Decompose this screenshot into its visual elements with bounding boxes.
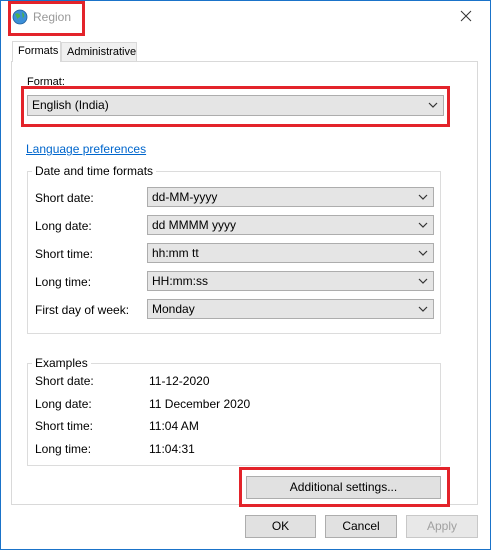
- long-time-dropdown[interactable]: HH:mm:ss: [147, 271, 434, 291]
- example-short-time-label: Short time:: [35, 419, 94, 433]
- example-long-time-value: 11:04:31: [149, 442, 195, 456]
- window-title: Region: [33, 10, 72, 24]
- chevron-down-icon: [418, 194, 428, 200]
- example-short-date-label: Short date:: [35, 374, 94, 388]
- format-dropdown[interactable]: English (India): [27, 95, 444, 116]
- additional-settings-button[interactable]: Additional settings...: [246, 476, 441, 499]
- short-time-value: hh:mm tt: [152, 246, 199, 260]
- short-date-label: Short date:: [35, 191, 94, 205]
- first-day-of-week-dropdown[interactable]: Monday: [147, 299, 434, 319]
- cancel-button[interactable]: Cancel: [325, 515, 397, 538]
- tab-formats[interactable]: Formats: [12, 41, 61, 62]
- apply-button[interactable]: Apply: [406, 515, 478, 538]
- long-date-value: dd MMMM yyyy: [152, 218, 236, 232]
- tab-administrative[interactable]: Administrative: [61, 42, 137, 61]
- close-button[interactable]: [443, 0, 489, 32]
- examples-title: Examples: [32, 356, 91, 370]
- long-time-label: Long time:: [35, 275, 92, 289]
- ok-button[interactable]: OK: [245, 515, 316, 538]
- first-day-of-week-value: Monday: [152, 302, 195, 316]
- chevron-down-icon: [418, 222, 428, 228]
- chevron-down-icon: [418, 278, 428, 284]
- close-icon: [460, 10, 472, 22]
- date-time-formats-title: Date and time formats: [32, 164, 157, 178]
- format-label: Format:: [27, 76, 65, 88]
- example-short-time-value: 11:04 AM: [149, 419, 199, 433]
- first-day-of-week-label: First day of week:: [35, 303, 130, 317]
- example-long-time-label: Long time:: [35, 442, 92, 456]
- chevron-down-icon: [418, 250, 428, 256]
- language-preferences-link[interactable]: Language preferences: [26, 142, 146, 156]
- title-bar: Region: [0, 0, 489, 34]
- short-time-dropdown[interactable]: hh:mm tt: [147, 243, 434, 263]
- short-date-value: dd-MM-yyyy: [152, 190, 218, 204]
- chevron-down-icon: [418, 306, 428, 312]
- short-time-label: Short time:: [35, 247, 94, 261]
- format-value: English (India): [32, 98, 109, 112]
- short-date-dropdown[interactable]: dd-MM-yyyy: [147, 187, 434, 207]
- example-long-date-value: 11 December 2020: [149, 397, 251, 411]
- chevron-down-icon: [428, 102, 438, 108]
- example-short-date-value: 11-12-2020: [149, 374, 210, 388]
- example-long-date-label: Long date:: [35, 397, 92, 411]
- long-time-value: HH:mm:ss: [152, 274, 208, 288]
- long-date-label: Long date:: [35, 219, 92, 233]
- globe-icon: [12, 9, 28, 25]
- long-date-dropdown[interactable]: dd MMMM yyyy: [147, 215, 434, 235]
